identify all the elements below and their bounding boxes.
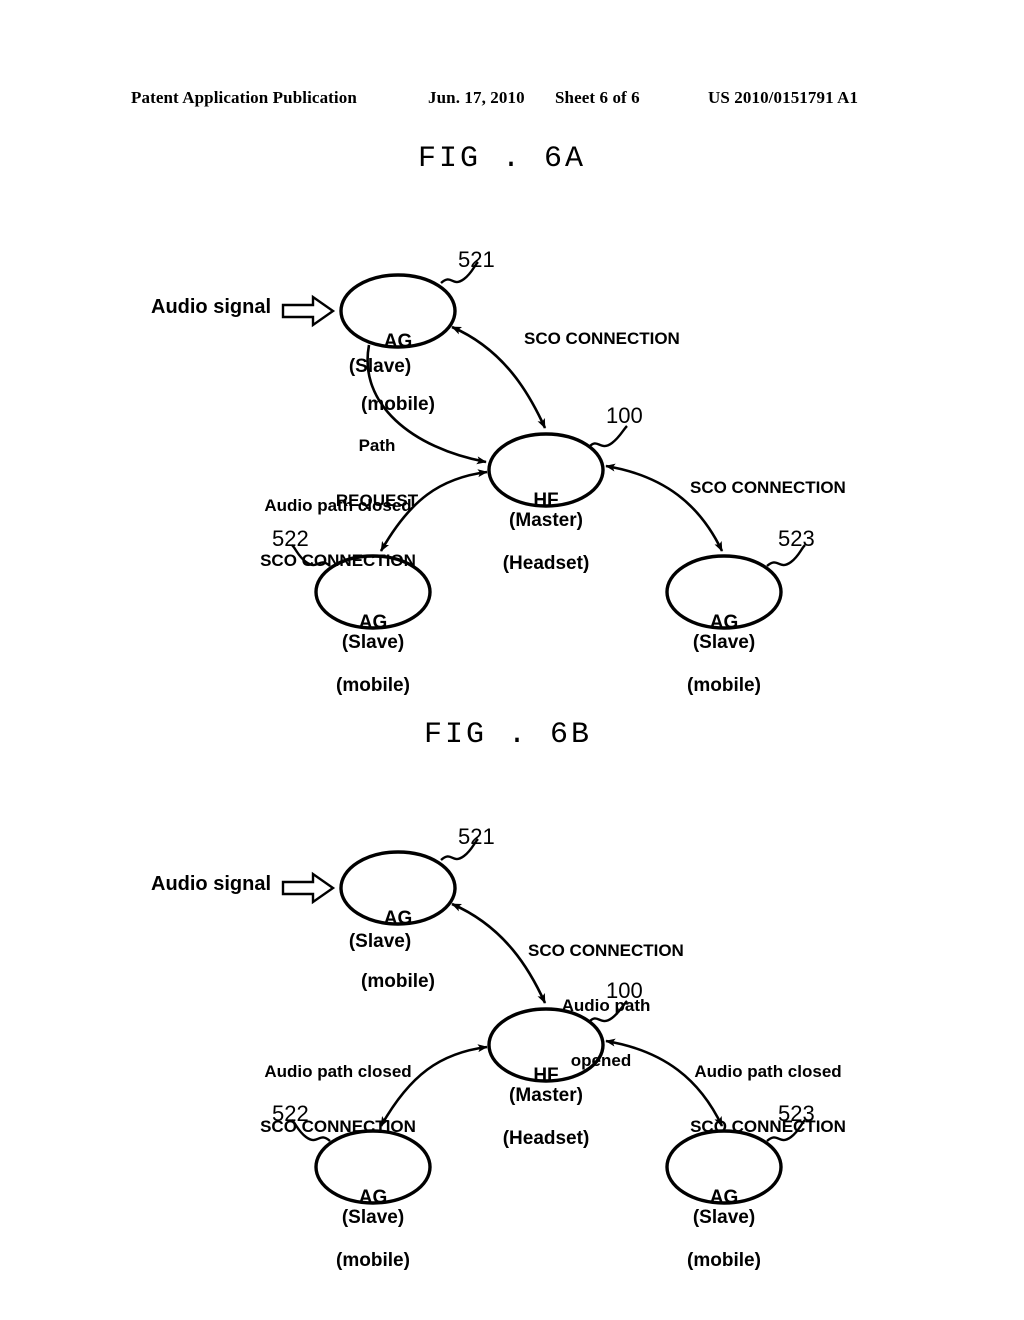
page-header: Patent Application Publication Jun. 17, … (0, 88, 1024, 114)
edge-label-right-6b: Audio path closed SCO CONNECTION (678, 1026, 858, 1155)
node-ag-523-line1-6b: AG (709, 1186, 739, 1208)
audio-signal-arrow-6a (281, 294, 336, 328)
edge-label-left-line1-6b: Audio path closed (264, 1061, 412, 1081)
edge-label-left-line2-6a: SCO CONNECTION (260, 550, 416, 570)
figure-6b-title: FIG . 6B (424, 718, 593, 752)
edge-label-right-6a: SCO CONNECTION (690, 478, 846, 497)
role-master-100-6a: (Master) (509, 510, 583, 531)
leader-100-6a (588, 425, 628, 448)
edge-label-right-line2-6b: SCO CONNECTION (690, 1116, 846, 1136)
node-ag-523-line2-6a: (mobile) (687, 675, 761, 697)
node-hf-100-line1-6a: HF (533, 489, 559, 511)
edge-label-left-6b: Audio path closed SCO CONNECTION (248, 1026, 428, 1155)
ref-521-6a: 521 (458, 247, 495, 272)
node-ag-522-line2-6b: (mobile) (336, 1250, 410, 1272)
audio-signal-label-6a: Audio signal (151, 296, 271, 318)
edge-label-right-line1-6b: Audio path closed (694, 1061, 842, 1081)
edge-label-left-6a: Audio path closed SCO CONNECTION (248, 460, 428, 589)
node-ag-521-line1-6b: AG (383, 907, 413, 929)
ref-523-6a: 523 (778, 526, 815, 551)
role-slave-523-6b: (Slave) (692, 1207, 756, 1228)
role-slave-523-6a: (Slave) (692, 632, 756, 653)
role-slave-521-6a: (Slave) (348, 356, 412, 377)
audio-signal-label-6b: Audio signal (151, 873, 271, 895)
node-hf-100-line2-6b: (Headset) (502, 1128, 590, 1150)
edge-label-path-request-line1-6a: Path (358, 435, 396, 455)
header-date-text: Jun. 17, 2010 (428, 88, 525, 107)
edge-label-left-line2-6b: SCO CONNECTION (260, 1116, 416, 1136)
role-slave-522-6a: (Slave) (341, 632, 405, 653)
figure-6a-title: FIG . 6A (418, 142, 587, 176)
header-patent-number: US 2010/0151791 A1 (708, 88, 859, 107)
node-ag-522-line1-6b: AG (358, 1186, 388, 1208)
node-ag-522-line2-6a: (mobile) (336, 675, 410, 697)
audio-signal-arrow-6b (281, 871, 336, 905)
header-publication-text: Patent Application Publication (131, 88, 357, 107)
node-ag-523-line2-6b: (mobile) (687, 1250, 761, 1272)
role-slave-522-6b: (Slave) (341, 1207, 405, 1228)
edge-label-top-line2-6b: Audio path (561, 995, 651, 1015)
edge-label-sco-top-6a: SCO CONNECTION (524, 329, 680, 348)
role-master-100-6b: (Master) (509, 1085, 583, 1106)
edge-label-top-line1-6b: SCO CONNECTION (528, 940, 684, 960)
ref-100-6a: 100 (606, 403, 643, 428)
node-ag-523-line1-6a: AG (709, 611, 739, 633)
node-ag-521-line1-6a: AG (383, 330, 413, 352)
node-ag-522-line1-6a: AG (358, 611, 388, 633)
role-slave-521-6b: (Slave) (348, 931, 412, 952)
node-hf-100-line2-6a: (Headset) (502, 553, 590, 575)
header-sheet-text: Sheet 6 of 6 (555, 88, 640, 107)
node-ag-521-line2-6b: (mobile) (361, 971, 435, 993)
ref-521-6b: 521 (458, 824, 495, 849)
edge-label-left-line1-6a: Audio path closed (264, 495, 412, 515)
